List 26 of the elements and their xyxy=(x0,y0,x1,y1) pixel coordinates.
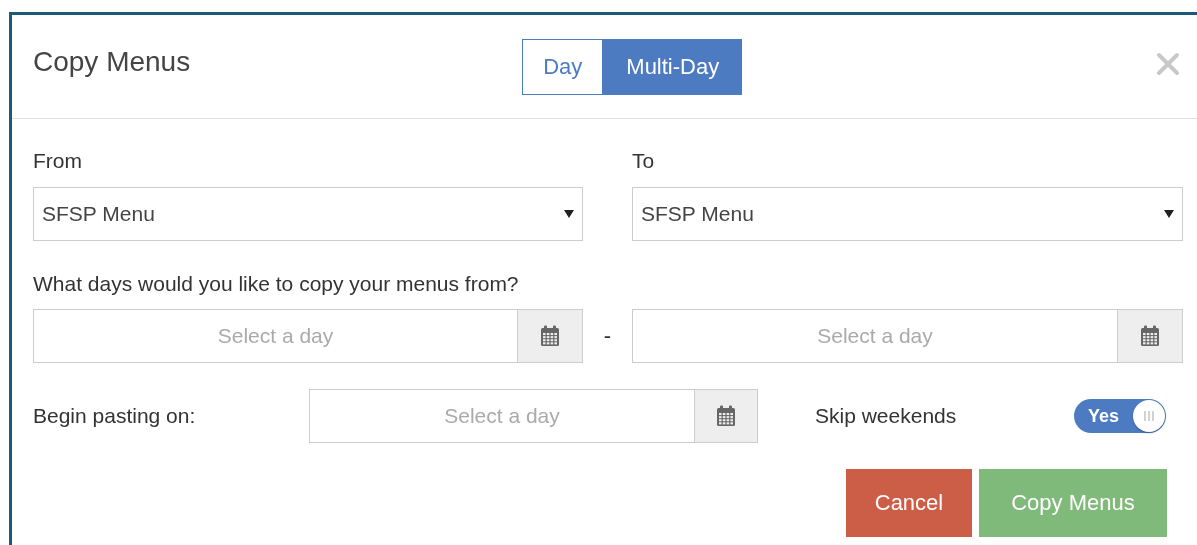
field-label: To xyxy=(632,148,656,174)
calendar-icon xyxy=(1140,325,1160,347)
grip-icon xyxy=(1144,410,1154,422)
toggle-switch[interactable]: Yes xyxy=(1074,399,1166,433)
date-field[interactable]: Select a day xyxy=(309,389,694,443)
date-field[interactable]: Select a day xyxy=(33,309,517,363)
calendar-icon xyxy=(540,325,560,347)
calendar-button[interactable] xyxy=(694,389,758,443)
dropdown[interactable]: SFSP Menu xyxy=(33,187,583,241)
dialog-title: Copy Menus xyxy=(33,45,191,78)
mode-tab[interactable]: Day xyxy=(522,38,604,95)
cancel-button[interactable]: Cancel xyxy=(846,469,972,537)
field-label: Begin pasting on: xyxy=(33,403,197,429)
calendar-icon xyxy=(716,405,736,427)
field-label: From xyxy=(33,148,83,174)
field-label: What days would you like to copy your menus from? xyxy=(33,271,520,297)
calendar-button[interactable] xyxy=(517,309,583,363)
range-separator: - xyxy=(602,323,613,349)
copy-button[interactable]: Copy Menus xyxy=(979,469,1167,537)
caret-icon xyxy=(564,210,574,218)
dropdown[interactable]: SFSP Menu xyxy=(632,187,1183,241)
field-label: Skip weekends xyxy=(815,403,957,429)
caret-icon xyxy=(1164,210,1174,218)
mode-tab[interactable]: Multi-Day xyxy=(603,38,743,95)
date-field[interactable]: Select a day xyxy=(632,309,1117,363)
calendar-button[interactable] xyxy=(1117,309,1183,363)
